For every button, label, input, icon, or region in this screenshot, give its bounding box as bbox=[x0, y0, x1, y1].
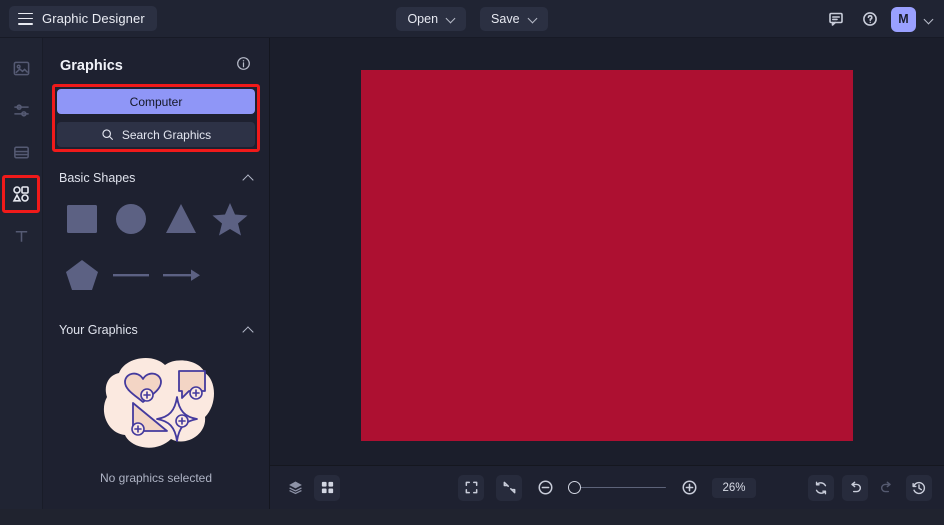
shape-triangle[interactable] bbox=[156, 195, 206, 243]
layers-button[interactable] bbox=[284, 477, 306, 499]
help-button[interactable] bbox=[857, 7, 882, 32]
computer-source-button[interactable]: Computer bbox=[57, 89, 255, 114]
image-icon bbox=[13, 61, 29, 75]
zoom-in-button[interactable] bbox=[678, 477, 700, 499]
canvas-stage[interactable] bbox=[270, 38, 944, 465]
sidebar-item-shapes-tool[interactable] bbox=[2, 175, 40, 213]
shape-arrow[interactable] bbox=[156, 251, 206, 299]
shape-slot-empty bbox=[206, 251, 256, 299]
zoom-in-icon bbox=[682, 480, 696, 495]
panel-header: Graphics bbox=[43, 38, 269, 76]
zoom-out-icon bbox=[538, 480, 552, 495]
basic-shapes-grid bbox=[43, 185, 269, 299]
bottom-left-group bbox=[284, 474, 340, 501]
shape-circle[interactable] bbox=[107, 195, 157, 243]
open-menu-button[interactable]: Open bbox=[396, 7, 467, 31]
sidebar-item-adjustments-tool[interactable] bbox=[7, 96, 35, 124]
collapse-arrows-icon bbox=[503, 481, 515, 494]
top-bar-right-group: M bbox=[823, 0, 934, 38]
save-menu-label: Save bbox=[491, 12, 520, 26]
layers-icon bbox=[288, 481, 302, 495]
history-icon bbox=[912, 481, 926, 494]
tool-rail bbox=[0, 38, 43, 525]
chevron-down-icon bbox=[529, 15, 537, 23]
layout-icon bbox=[13, 146, 29, 158]
app-title-chip[interactable]: Graphic Designer bbox=[9, 6, 157, 31]
section-your-graphics-header[interactable]: Your Graphics bbox=[43, 323, 269, 337]
text-icon bbox=[15, 230, 27, 242]
undo-button[interactable] bbox=[842, 474, 868, 501]
shape-pentagon[interactable] bbox=[57, 251, 107, 299]
history-button[interactable] bbox=[906, 474, 932, 501]
shape-line[interactable] bbox=[107, 251, 157, 299]
section-basic-shapes-title: Basic Shapes bbox=[59, 171, 136, 185]
comment-icon bbox=[828, 12, 843, 26]
graphics-panel: Graphics Computer Search Graphics Basic … bbox=[43, 38, 270, 525]
fit-screen-button[interactable] bbox=[458, 474, 484, 501]
sliders-icon bbox=[13, 103, 29, 117]
search-graphics-label: Search Graphics bbox=[121, 127, 212, 142]
reset-button[interactable] bbox=[808, 474, 834, 501]
fit-screen-icon bbox=[465, 481, 477, 494]
grid-view-button[interactable] bbox=[314, 474, 340, 501]
chevron-up-icon[interactable] bbox=[243, 325, 253, 335]
open-menu-label: Open bbox=[407, 12, 439, 26]
info-button[interactable] bbox=[236, 56, 251, 76]
refresh-icon bbox=[815, 481, 827, 494]
comment-button[interactable] bbox=[823, 7, 848, 32]
chevron-up-icon[interactable] bbox=[243, 173, 253, 183]
empty-state-text: No graphics selected bbox=[99, 471, 213, 485]
sidebar-item-layout-tool[interactable] bbox=[7, 138, 35, 166]
zoom-slider[interactable] bbox=[568, 479, 666, 497]
chevron-down-icon bbox=[447, 15, 455, 23]
sidebar-item-image-tool[interactable] bbox=[7, 54, 35, 82]
shape-square[interactable] bbox=[57, 195, 107, 243]
zoom-slider-track bbox=[568, 486, 666, 489]
account-chevron-down-icon[interactable] bbox=[925, 15, 934, 24]
section-basic-shapes-header[interactable]: Basic Shapes bbox=[43, 171, 269, 185]
source-buttons-group: Computer Search Graphics bbox=[52, 84, 260, 152]
info-icon bbox=[237, 57, 250, 70]
redo-icon bbox=[880, 481, 891, 492]
section-your-graphics-title: Your Graphics bbox=[59, 323, 138, 337]
zoom-level-value[interactable]: 26% bbox=[712, 477, 756, 498]
hamburger-icon[interactable] bbox=[18, 12, 33, 25]
empty-state-illustration bbox=[43, 343, 269, 463]
shape-star[interactable] bbox=[206, 195, 256, 243]
search-icon bbox=[102, 129, 113, 140]
undo-icon bbox=[851, 481, 862, 492]
grid-icon bbox=[321, 481, 333, 494]
zoom-out-button[interactable] bbox=[534, 477, 556, 499]
app-root: Graphic Designer Open Save M Graphics Co… bbox=[0, 0, 944, 525]
window-bottom-edge bbox=[0, 509, 944, 525]
shapes-grid-icon bbox=[12, 186, 29, 202]
canvas-document[interactable] bbox=[361, 70, 853, 441]
page-title: Graphic Designer bbox=[42, 11, 145, 26]
help-circle-icon bbox=[862, 12, 877, 26]
top-bar: Graphic Designer Open Save M bbox=[0, 0, 944, 38]
bottom-toolbar: 26% bbox=[270, 465, 944, 509]
zoom-slider-handle[interactable] bbox=[568, 480, 581, 494]
search-graphics-button[interactable]: Search Graphics bbox=[57, 122, 255, 147]
avatar[interactable]: M bbox=[891, 6, 916, 32]
history-controls-group bbox=[808, 474, 932, 501]
redo-button[interactable] bbox=[876, 477, 898, 499]
sidebar-item-text-tool[interactable] bbox=[7, 222, 35, 250]
panel-title: Graphics bbox=[60, 58, 123, 74]
save-menu-button[interactable]: Save bbox=[480, 7, 548, 31]
collapse-view-button[interactable] bbox=[496, 474, 522, 501]
